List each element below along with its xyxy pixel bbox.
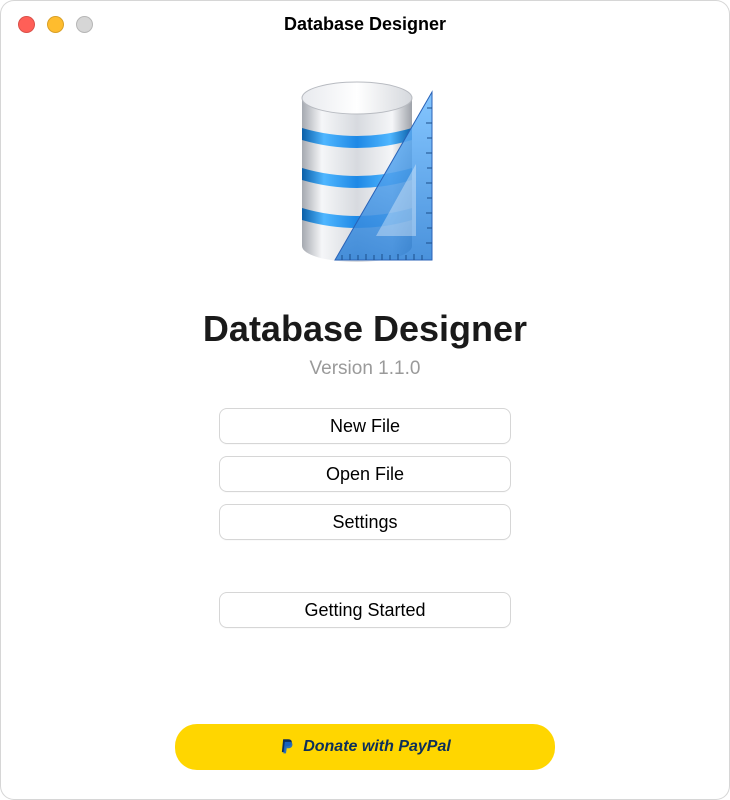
close-icon[interactable]: [18, 16, 35, 33]
content-area: Database Designer Version 1.1.0 New File…: [0, 48, 730, 628]
settings-label: Settings: [332, 512, 397, 533]
paypal-icon: [279, 738, 295, 756]
donate-label: Donate with PayPal: [303, 738, 451, 756]
open-file-label: Open File: [326, 464, 404, 485]
app-logo: [280, 78, 450, 273]
traffic-lights: [18, 16, 93, 33]
app-name: Database Designer: [203, 308, 527, 350]
donate-area: Donate with PayPal: [175, 724, 555, 770]
window-title: Database Designer: [284, 14, 446, 35]
donate-button[interactable]: Donate with PayPal: [175, 724, 555, 770]
app-window: Database Designer: [0, 0, 730, 800]
settings-button[interactable]: Settings: [219, 504, 511, 540]
titlebar: Database Designer: [0, 0, 730, 48]
getting-started-button[interactable]: Getting Started: [219, 592, 511, 628]
open-file-button[interactable]: Open File: [219, 456, 511, 492]
maximize-icon[interactable]: [76, 16, 93, 33]
button-stack: New File Open File Settings Getting Star…: [219, 408, 511, 628]
database-designer-icon: [280, 78, 450, 268]
new-file-label: New File: [330, 416, 400, 437]
new-file-button[interactable]: New File: [219, 408, 511, 444]
getting-started-label: Getting Started: [304, 600, 425, 621]
minimize-icon[interactable]: [47, 16, 64, 33]
version-label: Version 1.1.0: [310, 358, 421, 380]
